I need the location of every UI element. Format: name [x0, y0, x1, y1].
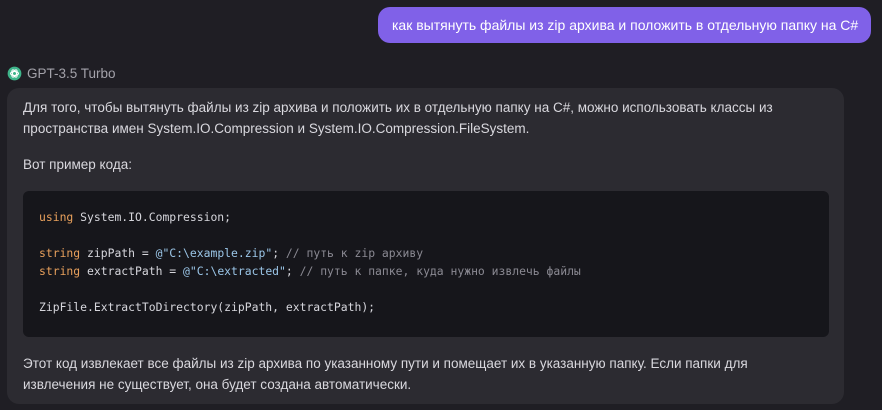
assistant-outro-text: Этот код извлекает все файлы из zip архи…	[23, 356, 748, 392]
code-line: string zipPath = @"C:\example.zip"; // п…	[39, 244, 813, 262]
code-text: ;	[285, 264, 293, 278]
code-block[interactable]: using System.IO.Compression; string zipPa…	[23, 191, 829, 337]
user-message-text: как вытянуть файлы из zip архива и полож…	[392, 17, 859, 33]
assistant-intro-text: Для того, чтобы вытянуть файлы из zip ар…	[23, 100, 773, 136]
code-comment: // путь к zip архиву	[279, 246, 424, 260]
code-keyword: using	[39, 210, 74, 224]
code-text: System.IO.Compression;	[73, 210, 232, 224]
user-message-bubble: как вытянуть файлы из zip архива и полож…	[378, 7, 871, 43]
example-label: Вот пример кода:	[23, 157, 132, 172]
code-keyword: string	[39, 264, 81, 278]
openai-logo-icon	[7, 66, 22, 81]
model-label: GPT-3.5 Turbo	[7, 64, 116, 82]
code-comment: // путь к папке, куда нужно извлечь файл…	[292, 264, 581, 278]
code-text: zipPath =	[80, 246, 156, 260]
code-text: extractPath =	[80, 264, 184, 278]
code-text: ZipFile.ExtractToDirectory(zipPath, extr…	[39, 300, 376, 314]
code-line: ZipFile.ExtractToDirectory(zipPath, extr…	[39, 298, 813, 316]
model-name: GPT-3.5 Turbo	[27, 65, 116, 81]
code-line: string extractPath = @"C:\extracted"; //…	[39, 262, 813, 280]
assistant-message-card: Для того, чтобы вытянуть файлы из zip ар…	[7, 88, 844, 404]
code-string: @"C:\extracted"	[183, 264, 286, 278]
code-line: using System.IO.Compression;	[39, 208, 813, 226]
code-keyword: string	[39, 246, 81, 260]
code-string: @"C:\example.zip"	[155, 246, 273, 260]
